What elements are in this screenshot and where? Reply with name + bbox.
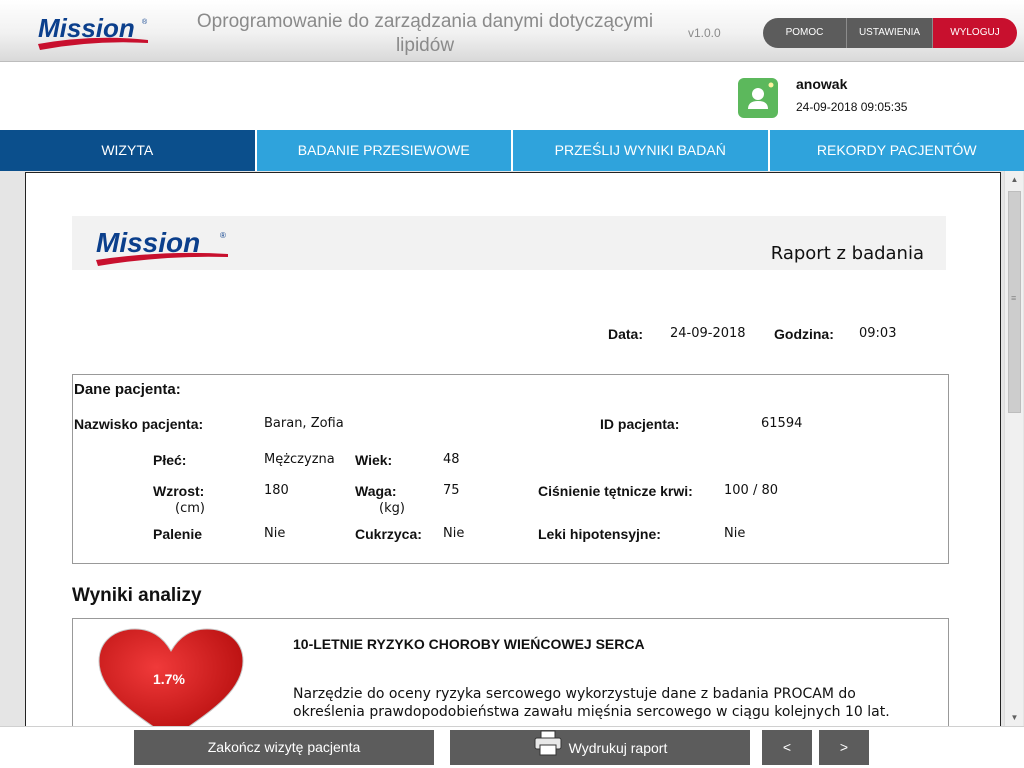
- age-label: Wiek:: [355, 452, 393, 468]
- patient-id: 61594: [761, 416, 803, 431]
- diabetes-label: Cukrzyca:: [355, 526, 422, 542]
- scroll-up-arrow-icon[interactable]: ▲: [1005, 171, 1024, 188]
- patient-name-label: Nazwisko pacjenta:: [74, 416, 204, 432]
- scroll-grip-icon: ≡: [1011, 293, 1017, 303]
- date-label: Data:: [608, 326, 644, 342]
- settings-button[interactable]: USTAWIENIA: [847, 18, 933, 48]
- previous-button[interactable]: <: [762, 730, 812, 765]
- patient-name: Baran, Zofia: [264, 416, 344, 431]
- svg-text:®: ®: [142, 18, 148, 26]
- report-logo-text: Mission: [96, 227, 200, 258]
- help-button[interactable]: POMOC: [763, 18, 847, 48]
- results-heading: Wyniki analizy: [72, 585, 202, 606]
- vertical-scrollbar[interactable]: ▲ ≡ ▼: [1004, 171, 1023, 726]
- meds-label: Leki hipotensyjne:: [538, 526, 661, 542]
- tab-upload-results[interactable]: PRZEŚLIJ WYNIKI BADAŃ: [513, 130, 770, 171]
- risk-title: 10-LETNIE RYZYKO CHOROBY WIEŃCOWEJ SERCA: [293, 636, 645, 652]
- weight-unit: (kg): [379, 501, 405, 516]
- top-nav: POMOC USTAWIENIA WYLOGUJ: [763, 18, 1017, 48]
- username: anowak: [796, 76, 848, 92]
- patient-id-label: ID pacjenta:: [600, 416, 680, 432]
- bp-value: 100 / 80: [724, 483, 778, 498]
- height-label: Wzrost:: [153, 483, 205, 499]
- diabetes-value: Nie: [443, 526, 465, 541]
- user-avatar-icon: [738, 78, 778, 118]
- scroll-down-arrow-icon[interactable]: ▼: [1005, 709, 1024, 726]
- main-tabs: WIZYTA BADANIE PRZESIEWOWE PRZEŚLIJ WYNI…: [0, 130, 1024, 171]
- report-time: 09:03: [859, 326, 897, 341]
- mission-logo: Mission ®: [34, 10, 152, 54]
- patient-data-box: Dane pacjenta: Nazwisko pacjenta: Baran,…: [72, 374, 949, 564]
- report-page: Mission ® Raport z badania Data: 24-09-2…: [25, 172, 1001, 726]
- report-date: 24-09-2018: [670, 326, 746, 341]
- height-unit: (cm): [175, 501, 205, 516]
- report-logo: Mission ®: [94, 224, 234, 266]
- smoking-value: Nie: [264, 526, 286, 541]
- svg-text:®: ®: [220, 231, 226, 240]
- tab-patient-records[interactable]: REKORDY PACJENTÓW: [769, 130, 1024, 171]
- footer-bar: Zakończ wizytę pacjenta Wydrukuj raport …: [0, 726, 1024, 768]
- sex-label: Płeć:: [153, 452, 187, 468]
- report-title: Raport z badania: [770, 243, 924, 264]
- print-report-button[interactable]: Wydrukuj raport: [450, 730, 750, 765]
- app-title: Oprogramowanie do zarządzania danymi dot…: [196, 11, 654, 56]
- weight-value: 75: [443, 483, 460, 498]
- scroll-thumb[interactable]: ≡: [1008, 191, 1021, 413]
- weight-label: Waga:: [355, 483, 397, 499]
- sex-value: Mężczyzna: [264, 452, 335, 467]
- age-value: 48: [443, 452, 460, 467]
- next-button[interactable]: >: [819, 730, 869, 765]
- bp-label: Ciśnienie tętnicze krwi:: [538, 483, 693, 499]
- user-bar: anowak 24-09-2018 09:05:35: [0, 62, 1024, 130]
- login-datetime: 24-09-2018 09:05:35: [796, 100, 908, 114]
- logout-button[interactable]: WYLOGUJ: [933, 18, 1017, 48]
- results-box: 1.7% 10-LETNIE RYZYKO CHOROBY WIEŃCOWEJ …: [72, 618, 949, 726]
- height-value: 180: [264, 483, 289, 498]
- version-label: v1.0.0: [688, 26, 721, 40]
- end-visit-button[interactable]: Zakończ wizytę pacjenta: [134, 730, 434, 765]
- report-header: Mission ® Raport z badania: [72, 216, 946, 270]
- tab-visit[interactable]: WIZYTA: [0, 130, 257, 171]
- print-report-label: Wydrukuj raport: [568, 740, 668, 757]
- smoking-label: Palenie: [153, 526, 203, 542]
- app-header: Mission ® Oprogramowanie do zarządzania …: [0, 0, 1024, 62]
- risk-value: 1.7%: [153, 671, 185, 687]
- tab-screening[interactable]: BADANIE PRZESIEWOWE: [256, 130, 513, 171]
- risk-description: Narzędzie do oceny ryzyka sercowego wyko…: [293, 686, 890, 720]
- meds-value: Nie: [724, 526, 746, 541]
- patient-heading: Dane pacjenta:: [74, 381, 181, 398]
- logo-text: Mission: [38, 13, 135, 43]
- report-viewer: Mission ® Raport z badania Data: 24-09-2…: [0, 171, 1024, 726]
- time-label: Godzina:: [774, 326, 834, 342]
- printer-icon: [533, 730, 563, 768]
